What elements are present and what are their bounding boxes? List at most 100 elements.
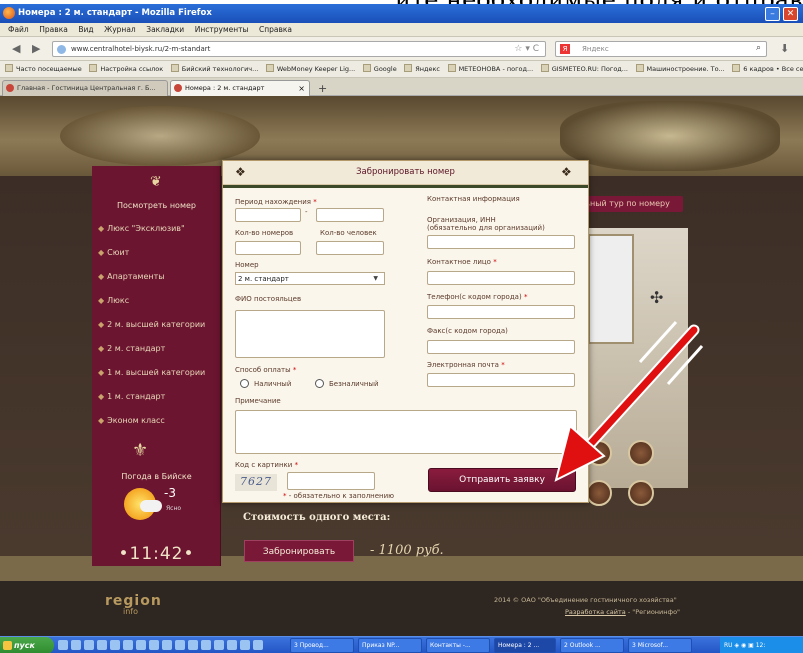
bookmark-item[interactable]: Бийский технологич... bbox=[170, 61, 258, 77]
stay-period-to-input[interactable] bbox=[316, 208, 384, 222]
payment-cashless-radio[interactable] bbox=[315, 379, 324, 388]
organization-input[interactable] bbox=[427, 235, 575, 249]
bookmark-item[interactable]: МЕТЕОНОВА - погод... bbox=[447, 61, 533, 77]
windows-taskbar: пуск 3 Провод... Приказ NP... Контакты -… bbox=[0, 636, 803, 653]
quick-launch-icon[interactable] bbox=[201, 640, 211, 650]
dropdown-arrow-icon: ▼ bbox=[373, 275, 378, 282]
quick-launch-icon[interactable] bbox=[214, 640, 224, 650]
payment-cash-label: Наличный bbox=[254, 380, 292, 388]
room-thumbnail[interactable] bbox=[586, 480, 612, 506]
sidebar-item-economy[interactable]: ◆ Эконом класс bbox=[98, 416, 165, 425]
url-bar[interactable]: www.centralhotel-biysk.ru/2-m-standart ☆… bbox=[52, 41, 546, 57]
email-input[interactable] bbox=[427, 373, 575, 387]
new-tab-icon[interactable]: + bbox=[318, 82, 327, 95]
room-thumbnail[interactable] bbox=[586, 440, 612, 466]
room-select[interactable]: 2 м. стандарт ▼ bbox=[235, 272, 385, 285]
sidebar-item-single-standard[interactable]: ◆ 1 м. стандарт bbox=[98, 392, 165, 401]
menu-view[interactable]: Вид bbox=[78, 23, 93, 37]
yandex-icon[interactable]: Я bbox=[560, 44, 570, 54]
bookmark-item[interactable]: Google bbox=[362, 61, 397, 77]
fax-input[interactable] bbox=[427, 340, 575, 354]
bookmark-icon bbox=[447, 64, 456, 72]
sidebar-item-suite[interactable]: ◆ Сюит bbox=[98, 248, 129, 257]
sidebar-item-lux-exclusive[interactable]: ◆ Люкс "Эксклюзив" bbox=[98, 224, 185, 233]
footer-developer: Разработка сайта - "Регионинфо" bbox=[565, 608, 681, 616]
persons-count-input[interactable] bbox=[316, 241, 384, 255]
back-icon[interactable]: ◀ bbox=[12, 42, 20, 55]
sidebar-item-double-standard[interactable]: ◆ 2 м. стандарт bbox=[98, 344, 165, 353]
bookmark-item[interactable]: Машиностроение. То... bbox=[635, 61, 725, 77]
captcha-input[interactable] bbox=[287, 472, 375, 490]
quick-launch-icon[interactable] bbox=[71, 640, 81, 650]
contact-person-input[interactable] bbox=[427, 271, 575, 285]
bookmark-icon bbox=[89, 64, 98, 72]
developer-link[interactable]: Разработка сайта bbox=[565, 608, 626, 616]
menu-tools[interactable]: Инструменты bbox=[195, 23, 249, 37]
menu-file[interactable]: Файл bbox=[8, 23, 29, 37]
quick-launch-icon[interactable] bbox=[149, 640, 159, 650]
menu-edit[interactable]: Правка bbox=[39, 23, 68, 37]
menu-bookmarks[interactable]: Закладки bbox=[146, 23, 184, 37]
sidebar-item-single-superior[interactable]: ◆ 1 м. высшей категории bbox=[98, 368, 205, 377]
book-button[interactable]: Забронировать bbox=[244, 540, 354, 562]
modal-header: ❖ Забронировать номер ❖ bbox=[223, 161, 588, 185]
menu-help[interactable]: Справка bbox=[259, 23, 292, 37]
bookmark-item[interactable]: 6 кадров • Все серии... bbox=[732, 61, 803, 77]
taskbar-button[interactable]: 2 Outlook ... bbox=[560, 638, 624, 653]
bookmark-item[interactable]: Часто посещаемые bbox=[5, 61, 82, 77]
quick-launch-icon[interactable] bbox=[188, 640, 198, 650]
quick-launch-icon[interactable] bbox=[136, 640, 146, 650]
tab-home[interactable]: Главная - Гостиница Центральная г. Б... bbox=[2, 80, 168, 96]
windows-logo-icon bbox=[3, 641, 12, 650]
taskbar-button[interactable]: Номера : 2 ... bbox=[494, 638, 556, 653]
payment-method-label: Способ оплаты * bbox=[235, 366, 297, 374]
navigation-bar: ◀ ▶ www.centralhotel-biysk.ru/2-m-standa… bbox=[0, 37, 803, 61]
close-icon[interactable]: ✕ bbox=[783, 7, 798, 21]
bookmark-star-icon[interactable]: ☆ ▾ C bbox=[514, 44, 539, 54]
bookmark-item[interactable]: WebMoney Keeper Lig... bbox=[265, 61, 355, 77]
bookmark-item[interactable]: GISMETEO.RU: Погод... bbox=[540, 61, 628, 77]
organization-hint: (обязательно для организаций) bbox=[427, 224, 545, 232]
note-label: Примечание bbox=[235, 397, 281, 405]
forward-icon[interactable]: ▶ bbox=[32, 42, 40, 55]
quick-launch-icon[interactable] bbox=[58, 640, 68, 650]
close-tab-icon[interactable]: × bbox=[298, 81, 305, 96]
quick-launch-icon[interactable] bbox=[123, 640, 133, 650]
room-thumbnail[interactable] bbox=[628, 440, 654, 466]
rooms-count-input[interactable] bbox=[235, 241, 301, 255]
guest-names-textarea[interactable] bbox=[235, 310, 385, 358]
sidebar-item-double-superior[interactable]: ◆ 2 м. высшей категории bbox=[98, 320, 205, 329]
bookmark-item[interactable]: Яндекс bbox=[404, 61, 440, 77]
tab-rooms[interactable]: Номера : 2 м. стандарт × bbox=[170, 80, 310, 96]
taskbar-button[interactable]: 3 Microsof... bbox=[628, 638, 692, 653]
taskbar-button[interactable]: Приказ NP... bbox=[358, 638, 422, 653]
minimize-icon[interactable]: – bbox=[765, 7, 780, 21]
search-bar[interactable]: Я Яндекс ⌕ bbox=[555, 41, 767, 57]
quick-launch-icon[interactable] bbox=[110, 640, 120, 650]
quick-launch-icon[interactable] bbox=[162, 640, 172, 650]
bookmark-item[interactable]: Настройка ссылок bbox=[89, 61, 163, 77]
quick-launch-icon[interactable] bbox=[175, 640, 185, 650]
note-textarea[interactable] bbox=[235, 410, 577, 454]
search-icon[interactable]: ⌕ bbox=[756, 43, 761, 53]
quick-launch-icon[interactable] bbox=[97, 640, 107, 650]
menu-history[interactable]: Журнал bbox=[104, 23, 136, 37]
phone-input[interactable] bbox=[427, 305, 575, 319]
sidebar-item-apartments[interactable]: ◆ Апартаменты bbox=[98, 272, 165, 281]
quick-launch-icon[interactable] bbox=[240, 640, 250, 650]
taskbar-button[interactable]: 3 Провод... bbox=[290, 638, 354, 653]
quick-launch-icon[interactable] bbox=[253, 640, 263, 650]
taskbar-button[interactable]: Контакты -... bbox=[426, 638, 490, 653]
bookmark-icon bbox=[170, 64, 179, 72]
download-icon[interactable]: ⬇ bbox=[780, 42, 789, 55]
price-caption: Стоимость одного места: bbox=[243, 512, 391, 523]
start-button[interactable]: пуск bbox=[0, 637, 54, 653]
sidebar-item-lux[interactable]: ◆ Люкс bbox=[98, 296, 129, 305]
payment-cash-radio[interactable] bbox=[240, 379, 249, 388]
stay-period-from-input[interactable] bbox=[235, 208, 301, 222]
quick-launch-icon[interactable] bbox=[227, 640, 237, 650]
room-thumbnail[interactable] bbox=[628, 480, 654, 506]
footer: region info 2014 © ОАО "Объединение гост… bbox=[0, 581, 803, 636]
submit-request-button[interactable]: Отправить заявку bbox=[428, 468, 576, 492]
quick-launch-icon[interactable] bbox=[84, 640, 94, 650]
